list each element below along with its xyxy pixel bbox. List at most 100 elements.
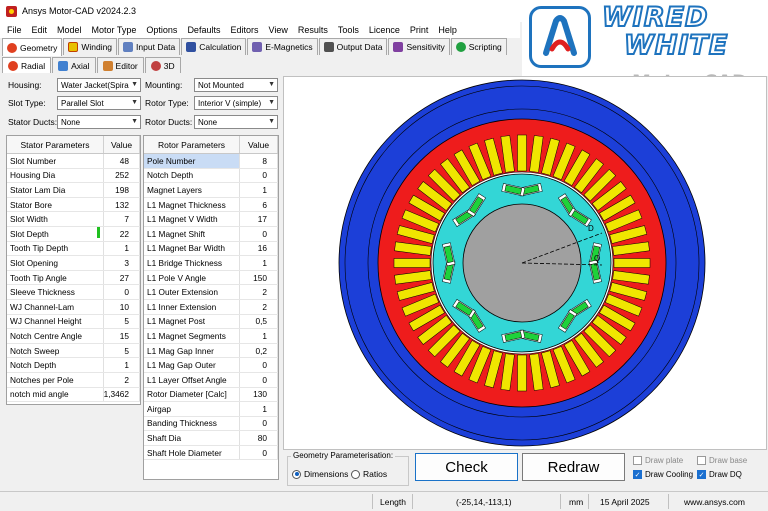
parameter-value[interactable]: 6 — [240, 197, 278, 212]
parameter-value[interactable]: 0,2 — [240, 343, 278, 358]
table-row[interactable]: Slot Opening 3 — [7, 256, 140, 271]
parameter-value[interactable]: 1 — [240, 329, 278, 343]
table-row[interactable]: Notch Sweep 5 — [7, 343, 140, 359]
tab-input-data[interactable]: Input Data — [118, 38, 181, 55]
table-row[interactable]: WJ Channel-Lam 10 — [7, 299, 140, 315]
table-row[interactable]: Notch Depth 1 — [7, 358, 140, 373]
menu-editors[interactable]: Editors — [225, 25, 263, 35]
parameter-value[interactable]: 16 — [240, 241, 278, 256]
table-row[interactable]: L1 Mag Gap Outer 0 — [144, 358, 278, 373]
parameter-value[interactable]: 0 — [240, 416, 278, 431]
parameter-value[interactable]: 3 — [104, 256, 140, 270]
table-row[interactable]: WJ Channel Height 5 — [7, 314, 140, 330]
menu-edit[interactable]: Edit — [27, 25, 53, 35]
tab-geometry[interactable]: Geometry — [2, 38, 63, 56]
redraw-button[interactable]: Redraw — [522, 453, 625, 481]
menu-model[interactable]: Model — [52, 25, 87, 35]
parameter-value[interactable]: 22 — [104, 226, 140, 241]
parameter-value[interactable]: 0 — [240, 358, 278, 372]
parameter-value[interactable]: 48 — [104, 154, 140, 168]
parameter-value[interactable]: 2 — [104, 372, 140, 387]
parameter-value[interactable]: 130 — [240, 387, 278, 402]
draw-plate-checkbox[interactable]: Draw plate — [633, 456, 683, 465]
tab-scripting[interactable]: Scripting — [450, 38, 507, 55]
table-row[interactable]: L1 Magnet Bar Width 16 — [144, 241, 278, 257]
tab-sensitivity[interactable]: Sensitivity — [388, 38, 450, 55]
draw-base-checkbox[interactable]: Draw base — [697, 456, 747, 465]
menu-tools[interactable]: Tools — [333, 25, 364, 35]
subtab-radial[interactable]: Radial — [2, 57, 52, 73]
radio-ratios[interactable]: Ratios — [351, 469, 387, 479]
table-row[interactable]: Stator Bore 132 — [7, 197, 140, 213]
subtab-axial[interactable]: Axial — [52, 57, 96, 73]
parameter-value[interactable]: 1 — [104, 358, 140, 372]
menu-print[interactable]: Print — [405, 25, 434, 35]
table-row[interactable]: Slot Depth 22 — [7, 226, 140, 242]
table-row[interactable]: L1 Outer Extension 2 — [144, 285, 278, 300]
subtab-3d[interactable]: 3D — [144, 57, 181, 73]
subtab-editor[interactable]: Editor — [96, 57, 144, 73]
table-row[interactable]: Shaft Dia 80 — [144, 431, 278, 446]
slot-type-select[interactable]: Parallel Slot ▼ — [57, 96, 141, 110]
table-row[interactable]: notch mid angle11,3462 — [7, 387, 140, 403]
draw-dq-checkbox[interactable]: ✓ Draw DQ — [697, 470, 742, 479]
parameter-value[interactable]: 2 — [240, 299, 278, 314]
table-row[interactable]: Tooth Tip Angle 27 — [7, 270, 140, 286]
menu-defaults[interactable]: Defaults — [182, 25, 225, 35]
table-row[interactable]: Notch Centre Angle 15 — [7, 329, 140, 344]
parameter-value[interactable]: 132 — [104, 197, 140, 212]
parameter-value[interactable]: 27 — [104, 270, 140, 285]
rotor-type-select[interactable]: Interior V (simple) ▼ — [194, 96, 278, 110]
parameter-value[interactable]: 0 — [240, 226, 278, 241]
check-button[interactable]: Check — [415, 453, 518, 481]
menu-motor-type[interactable]: Motor Type — [87, 25, 142, 35]
tab-winding[interactable]: Winding — [63, 38, 118, 55]
parameter-value[interactable]: 2 — [240, 285, 278, 299]
tab-e-magnetics[interactable]: E-Magnetics — [247, 38, 318, 55]
parameter-value[interactable]: 1 — [240, 256, 278, 270]
table-row[interactable]: L1 Magnet Shift 0 — [144, 226, 278, 242]
parameter-value[interactable]: 198 — [104, 183, 140, 197]
mounting-select[interactable]: Not Mounted ▼ — [194, 78, 278, 92]
parameter-value[interactable]: 1 — [104, 241, 140, 256]
parameter-value[interactable]: 0 — [104, 285, 140, 299]
table-row[interactable]: Magnet Layers 1 — [144, 183, 278, 198]
table-row[interactable]: L1 Pole V Angle 150 — [144, 270, 278, 286]
menu-help[interactable]: Help — [433, 25, 462, 35]
table-row[interactable]: Banding Thickness 0 — [144, 416, 278, 432]
menu-licence[interactable]: Licence — [364, 25, 405, 35]
parameter-value[interactable]: 10 — [104, 299, 140, 314]
parameter-value[interactable]: 11,3462 — [104, 387, 140, 402]
rotor-ducts-select[interactable]: None ▼ — [194, 115, 278, 129]
parameter-value[interactable]: 17 — [240, 212, 278, 226]
table-row[interactable]: Slot Width 7 — [7, 212, 140, 227]
table-row[interactable]: Tooth Tip Depth 1 — [7, 241, 140, 257]
parameter-value[interactable]: 252 — [104, 168, 140, 183]
parameter-value[interactable]: 5 — [104, 314, 140, 329]
table-row[interactable]: L1 Inner Extension 2 — [144, 299, 278, 315]
parameter-value[interactable]: 1 — [240, 183, 278, 197]
parameter-value[interactable]: 5 — [104, 343, 140, 358]
table-row[interactable]: Slot Number 48 — [7, 154, 140, 169]
table-row[interactable]: Stator Lam Dia 198 — [7, 183, 140, 198]
table-row[interactable]: Housing Dia 252 — [7, 168, 140, 184]
table-row[interactable]: L1 Layer Offset Angle 0 — [144, 372, 278, 388]
table-row[interactable]: Sleeve Thickness 0 — [7, 285, 140, 300]
table-row[interactable]: L1 Bridge Thickness 1 — [144, 256, 278, 271]
table-row[interactable]: L1 Magnet V Width 17 — [144, 212, 278, 227]
draw-cooling-checkbox[interactable]: ✓ Draw Cooling — [633, 470, 693, 479]
parameter-value[interactable]: 0 — [240, 168, 278, 183]
table-row[interactable]: Notches per Pole 2 — [7, 372, 140, 388]
table-row[interactable]: Rotor Diameter [Calc] 130 — [144, 387, 278, 403]
menu-view[interactable]: View — [263, 25, 292, 35]
parameter-value[interactable]: 150 — [240, 270, 278, 285]
radio-dimensions[interactable]: Dimensions — [292, 469, 348, 479]
table-row[interactable]: Airgap 1 — [144, 402, 278, 417]
table-row[interactable]: L1 Magnet Post 0,5 — [144, 314, 278, 330]
menu-file[interactable]: File — [2, 25, 27, 35]
menu-results[interactable]: Results — [293, 25, 333, 35]
stator-ducts-select[interactable]: None ▼ — [57, 115, 141, 129]
tab-output-data[interactable]: Output Data — [318, 38, 388, 55]
housing-select[interactable]: Water Jacket(Spira ▼ — [57, 78, 141, 92]
table-row[interactable]: Notch Depth 0 — [144, 168, 278, 184]
